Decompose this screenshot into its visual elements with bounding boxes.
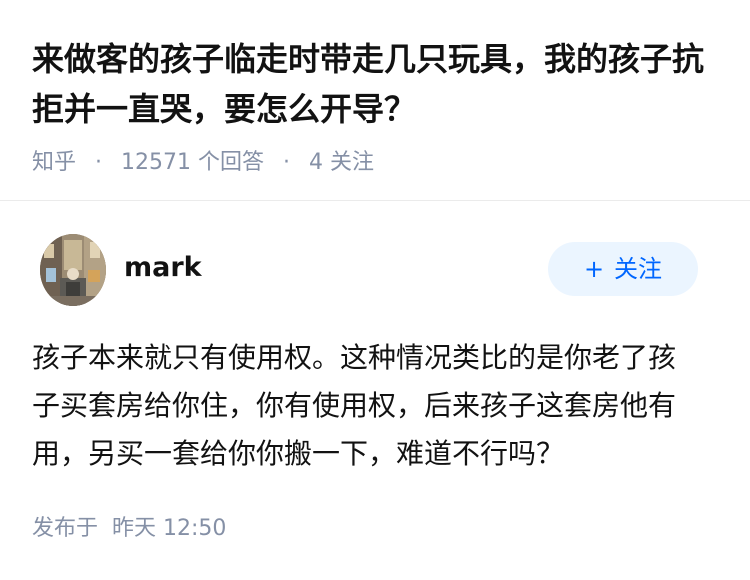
- avatar-image: [40, 234, 106, 306]
- follow-count-suffix: 关注: [330, 150, 375, 175]
- answer-content[interactable]: 孩子本来就只有使用权。这种情况类比的是你老了孩子买套房给你住，你有使用权，后来孩…: [32, 334, 702, 478]
- question-header: 来做客的孩子临走时带走几只玩具，我的孩子抗拒并一直哭，要怎么开导？ 知乎 · 1…: [32, 34, 722, 178]
- publish-prefix: 发布于: [32, 516, 99, 541]
- question-meta: 知乎 · 12571 个回答 · 4 关注: [32, 148, 722, 178]
- follow-button[interactable]: + 关注: [548, 242, 698, 296]
- source-label[interactable]: 知乎: [32, 150, 76, 175]
- meta-separator: ·: [95, 150, 103, 175]
- answer-count-suffix: 个回答: [198, 150, 265, 175]
- avatar[interactable]: [40, 234, 106, 306]
- meta-separator: ·: [283, 150, 291, 175]
- answer-author-row: mark + 关注: [40, 232, 700, 308]
- publish-time: 发布于 昨天 12:50: [32, 514, 226, 544]
- plus-icon: +: [583, 255, 605, 283]
- follow-count[interactable]: 4 关注: [309, 150, 374, 175]
- follow-button-label: 关注: [614, 255, 663, 283]
- section-divider: [0, 200, 750, 201]
- answer-count[interactable]: 12571 个回答: [121, 150, 264, 175]
- answer-count-value: 12571: [121, 150, 192, 175]
- follow-count-value: 4: [309, 150, 324, 175]
- publish-datetime: 昨天 12:50: [112, 516, 227, 541]
- author-name[interactable]: mark: [124, 252, 202, 284]
- question-title[interactable]: 来做客的孩子临走时带走几只玩具，我的孩子抗拒并一直哭，要怎么开导？: [32, 34, 722, 134]
